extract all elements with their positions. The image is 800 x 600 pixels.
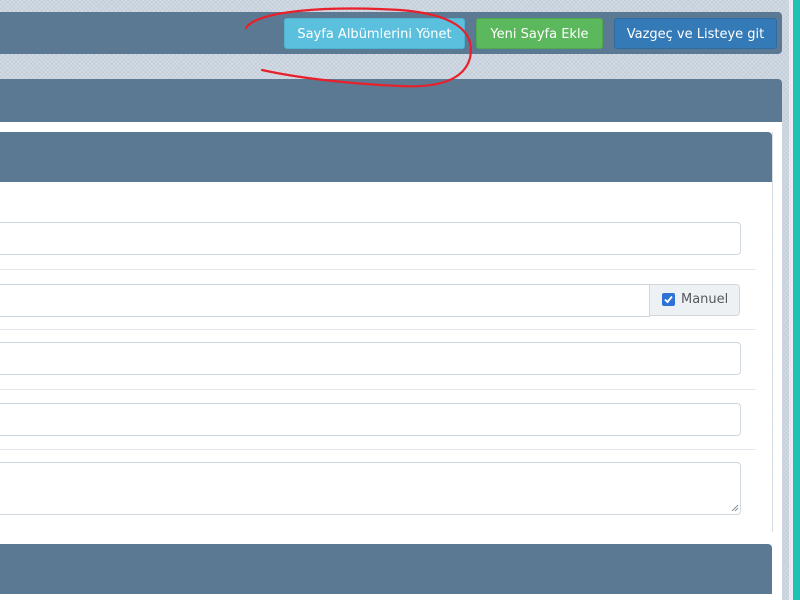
inner-panel-heading [0,132,772,182]
field-3-input[interactable] [0,342,741,375]
next-panel-heading [0,544,772,594]
action-toolbar: Sayfa Albümlerini Yönet Yeni Sayfa Ekle … [0,12,782,54]
right-accent-bar [793,0,800,600]
manual-label: Manuel [681,292,729,307]
slug-input[interactable] [0,284,650,317]
manual-toggle[interactable]: Manuel [649,284,740,316]
description-textarea[interactable] [0,462,741,515]
manage-page-albums-button[interactable]: Sayfa Albümlerini Yönet [284,18,465,49]
field-4-input[interactable] [0,403,741,436]
cancel-go-to-list-button[interactable]: Vazgeç ve Listeye git [614,18,777,49]
checkbox-checked-icon[interactable] [662,293,675,306]
form-row-2 [0,329,756,330]
title-input[interactable] [0,222,741,255]
outer-panel-heading [0,79,782,122]
textarea-resize-icon[interactable] [730,503,739,512]
page-edit-panel [0,79,782,600]
add-new-page-button[interactable]: Yeni Sayfa Ekle [476,18,603,49]
form-row-3 [0,389,756,390]
form-row-1 [0,269,756,270]
form-row-4 [0,449,756,450]
